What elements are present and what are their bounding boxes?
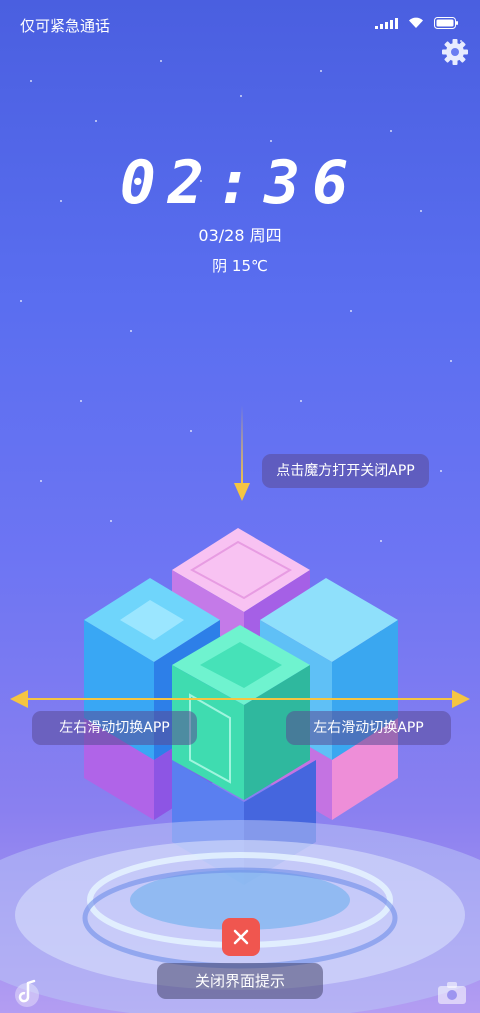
status-bar: 仅可紧急通话 [0, 0, 480, 50]
signal-icon [375, 17, 398, 29]
carrier-text: 仅可紧急通话 [20, 17, 111, 35]
camera-icon[interactable] [436, 980, 468, 1006]
arrow-left-right-icon [10, 690, 470, 708]
wifi-icon [408, 17, 424, 29]
lock-date: 03/28 周四 [198, 226, 282, 245]
hint-swipe-right: 左右滑动切换APP [286, 711, 451, 745]
status-icons [375, 17, 458, 29]
gear-icon[interactable] [440, 37, 470, 67]
hint-swipe-left: 左右滑动切换APP [32, 711, 197, 745]
hint-tap-cube: 点击魔方打开关闭APP [262, 454, 429, 488]
lock-clock: 02:36 [119, 148, 361, 218]
music-note-icon[interactable] [12, 975, 42, 1007]
close-hint-button[interactable] [222, 918, 260, 956]
close-icon [233, 929, 249, 945]
close-hint-label: 关闭界面提示 [157, 963, 323, 999]
arrow-down-icon [234, 405, 250, 501]
battery-icon [434, 17, 458, 29]
lock-weather: 阴 15℃ [212, 257, 268, 275]
